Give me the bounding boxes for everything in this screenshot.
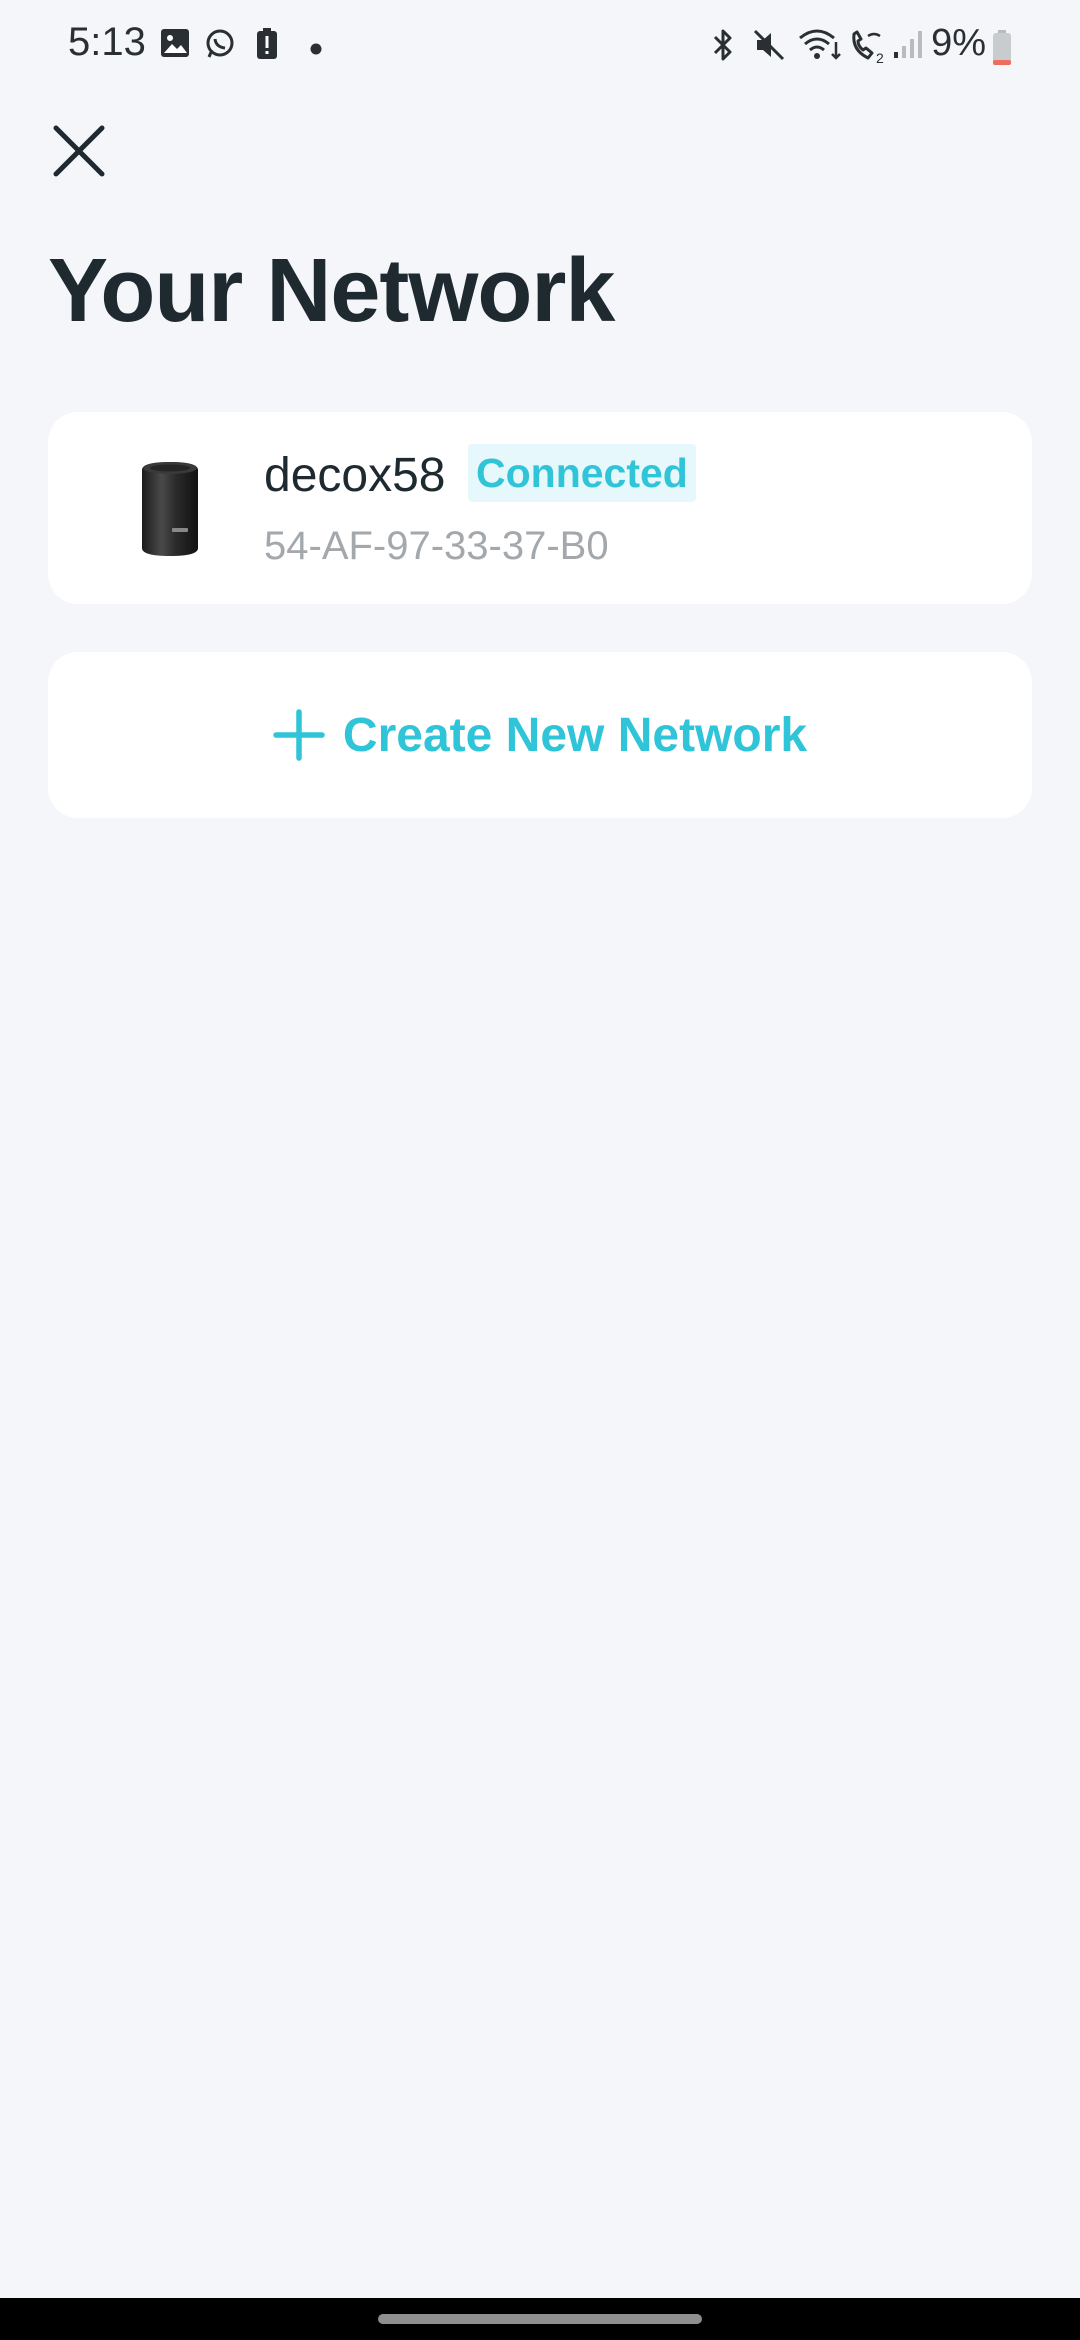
navigation-bar — [0, 2298, 1080, 2340]
home-indicator[interactable] — [378, 2314, 702, 2324]
dot-icon — [310, 42, 322, 60]
network-card-decox58[interactable]: decox58 Connected 54-AF-97-33-37-B0 — [48, 412, 1032, 604]
deco-router-icon — [124, 456, 216, 560]
wifi-icon — [798, 28, 844, 67]
bluetooth-icon — [708, 28, 738, 67]
page-title: Your Network — [48, 241, 615, 341]
network-mac-address: 54-AF-97-33-37-B0 — [264, 524, 609, 568]
signal-icon — [892, 28, 922, 65]
status-bar: 5:13 2 9% — [0, 0, 1080, 96]
network-name: decox58 — [264, 449, 446, 502]
close-icon — [53, 125, 105, 177]
status-badge: Connected — [468, 444, 696, 502]
create-new-network-button[interactable]: Create New Network — [48, 652, 1032, 818]
wifi-calling-icon: 2 — [848, 28, 888, 69]
battery-icon — [992, 30, 1012, 71]
gallery-icon — [160, 28, 190, 63]
battery-percent: 9% — [931, 22, 986, 64]
svg-text:2: 2 — [876, 50, 884, 64]
battery-alert-icon — [256, 28, 278, 65]
plus-icon — [273, 709, 325, 761]
status-time: 5:13 — [68, 20, 146, 64]
create-new-network-label: Create New Network — [342, 708, 808, 762]
whatsapp-icon — [204, 28, 236, 65]
close-button[interactable] — [42, 114, 116, 188]
mute-icon — [752, 28, 786, 67]
